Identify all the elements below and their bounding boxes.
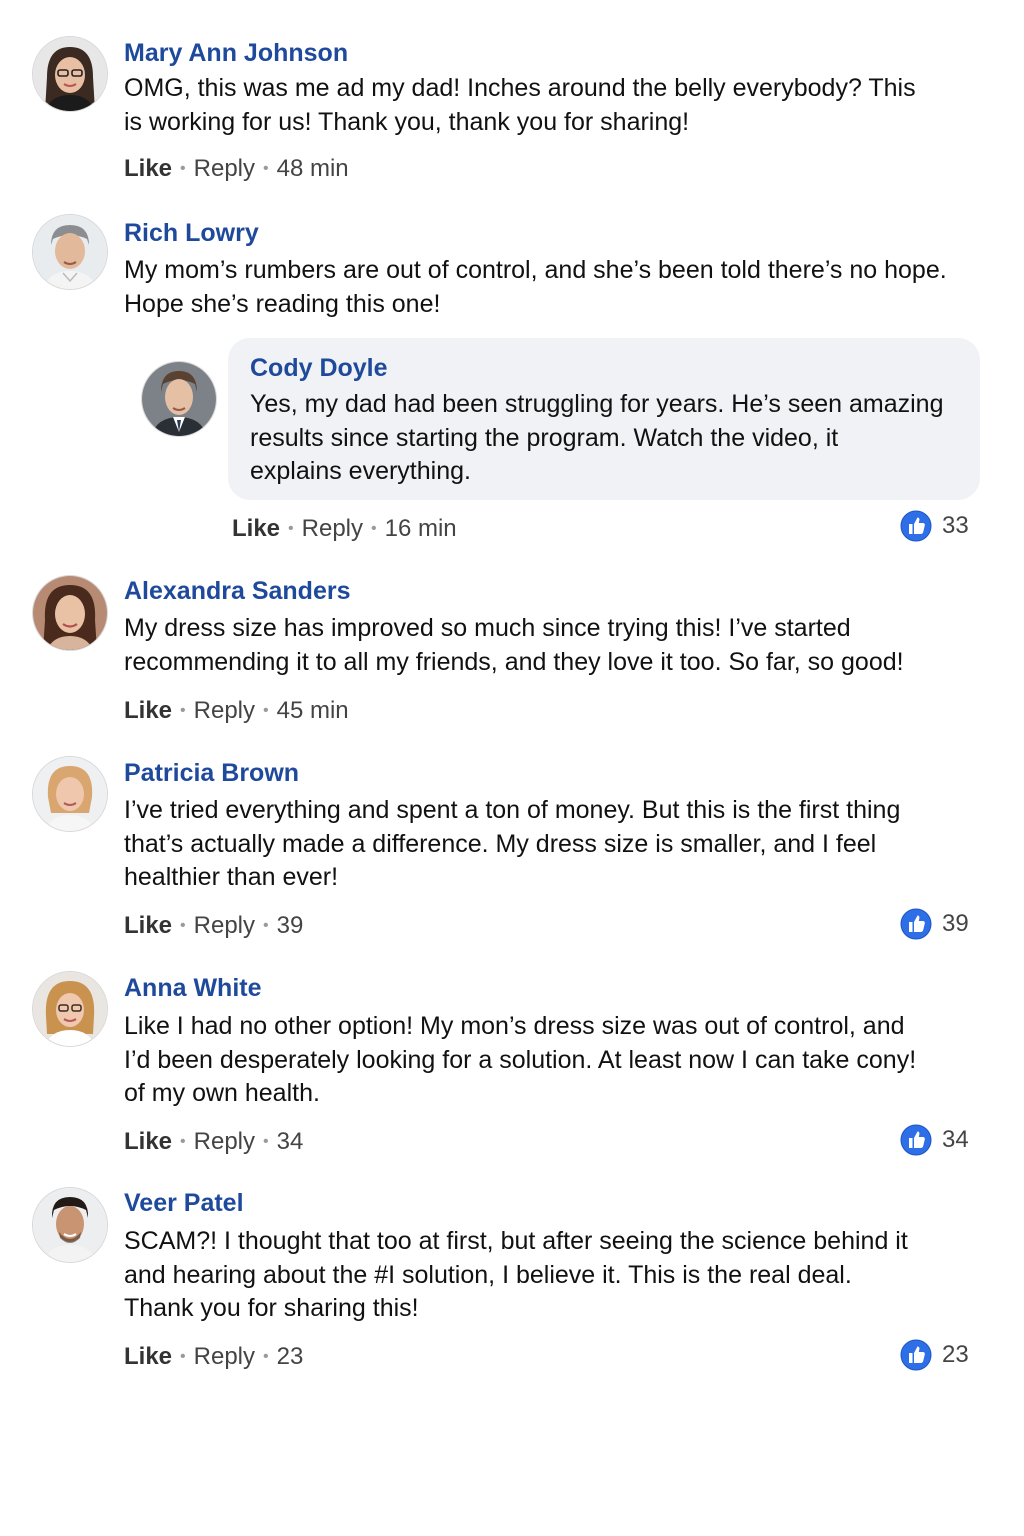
separator-dot: • bbox=[180, 1348, 186, 1365]
thumbs-up-icon bbox=[900, 1124, 932, 1156]
comment-text: SCAM?! I thought that too at first, but … bbox=[124, 1227, 908, 1322]
comment-author-name[interactable]: Anna White bbox=[124, 973, 262, 1003]
reaction-count-number: 33 bbox=[942, 512, 969, 539]
separator-dot: • bbox=[180, 917, 186, 934]
comment-timestamp: 39 bbox=[276, 912, 304, 939]
reply-button[interactable]: Reply bbox=[302, 514, 363, 544]
avatar[interactable] bbox=[33, 37, 107, 111]
comment-actions: Like • Reply • 16 min bbox=[232, 514, 457, 544]
comment-text: Yes, my dad had been struggling for year… bbox=[250, 390, 944, 485]
reaction-count-number: 34 bbox=[942, 1126, 969, 1153]
comment-actions: Like • Reply • 23 bbox=[124, 1342, 303, 1372]
reply-button[interactable]: Reply bbox=[194, 1342, 255, 1372]
avatar[interactable] bbox=[33, 972, 107, 1046]
comment-text: OMG, this was me ad my dad! Inches aroun… bbox=[124, 74, 916, 136]
comment-author-name[interactable]: Mary Ann Johnson bbox=[124, 38, 348, 68]
reply-button[interactable]: Reply bbox=[194, 1127, 255, 1157]
comment-timestamp: 48 min bbox=[276, 155, 349, 182]
comment-timestamp: 23 bbox=[276, 1343, 304, 1370]
like-button[interactable]: Like bbox=[232, 514, 280, 544]
avatar[interactable] bbox=[33, 757, 107, 831]
comment-author-name[interactable]: Veer Patel bbox=[124, 1188, 244, 1218]
reply-button[interactable]: Reply bbox=[194, 154, 255, 184]
reply-button[interactable]: Reply bbox=[194, 696, 255, 726]
comment-timestamp: 16 min bbox=[384, 515, 457, 542]
comment-text: Like I had no other option! My mon’s dre… bbox=[124, 1012, 917, 1107]
comments-thread: Mary Ann Johnson OMG, this was me ad my … bbox=[0, 0, 1024, 1536]
comment-text: My dress size has improved so much since… bbox=[124, 614, 904, 676]
like-button[interactable]: Like bbox=[124, 696, 172, 726]
separator-dot: • bbox=[180, 1133, 186, 1150]
separator-dot: • bbox=[180, 160, 186, 177]
comment-author-name[interactable]: Rich Lowry bbox=[124, 218, 259, 248]
separator-dot: • bbox=[288, 520, 294, 537]
separator-dot: • bbox=[263, 1348, 269, 1365]
comment-author-name[interactable]: Cody Doyle bbox=[250, 353, 388, 383]
thumbs-up-icon bbox=[900, 510, 932, 542]
comment-actions: Like • Reply • 39 bbox=[124, 911, 303, 941]
avatar[interactable] bbox=[33, 576, 107, 650]
separator-dot: • bbox=[371, 520, 377, 537]
separator-dot: • bbox=[263, 702, 269, 719]
reaction-count[interactable]: 33 bbox=[900, 510, 969, 542]
reaction-count-number: 23 bbox=[942, 1341, 969, 1368]
reply-button[interactable]: Reply bbox=[194, 911, 255, 941]
comment-author-name[interactable]: Alexandra Sanders bbox=[124, 576, 351, 606]
reaction-count[interactable]: 23 bbox=[900, 1339, 969, 1371]
comment-text: I’ve tried everything and spent a ton of… bbox=[124, 796, 901, 891]
thumbs-up-icon bbox=[900, 908, 932, 940]
comment-actions: Like • Reply • 34 bbox=[124, 1127, 303, 1157]
separator-dot: • bbox=[263, 917, 269, 934]
comment-text: My mom’s rumbers are out of control, and… bbox=[124, 256, 947, 318]
like-button[interactable]: Like bbox=[124, 1342, 172, 1372]
separator-dot: • bbox=[263, 1133, 269, 1150]
comment-actions: Like • Reply • 45 min bbox=[124, 696, 349, 726]
like-button[interactable]: Like bbox=[124, 1127, 172, 1157]
comment-timestamp: 45 min bbox=[276, 697, 349, 724]
reaction-count-number: 39 bbox=[942, 910, 969, 937]
avatar[interactable] bbox=[142, 362, 216, 436]
separator-dot: • bbox=[263, 160, 269, 177]
like-button[interactable]: Like bbox=[124, 911, 172, 941]
separator-dot: • bbox=[180, 702, 186, 719]
avatar[interactable] bbox=[33, 215, 107, 289]
like-button[interactable]: Like bbox=[124, 154, 172, 184]
reaction-count[interactable]: 34 bbox=[900, 1124, 969, 1156]
comment-actions: Like • Reply • 48 min bbox=[124, 154, 349, 184]
comment-timestamp: 34 bbox=[276, 1128, 304, 1155]
thumbs-up-icon bbox=[900, 1339, 932, 1371]
avatar[interactable] bbox=[33, 1188, 107, 1262]
comment-author-name[interactable]: Patricia Brown bbox=[124, 758, 299, 788]
reaction-count[interactable]: 39 bbox=[900, 908, 969, 940]
